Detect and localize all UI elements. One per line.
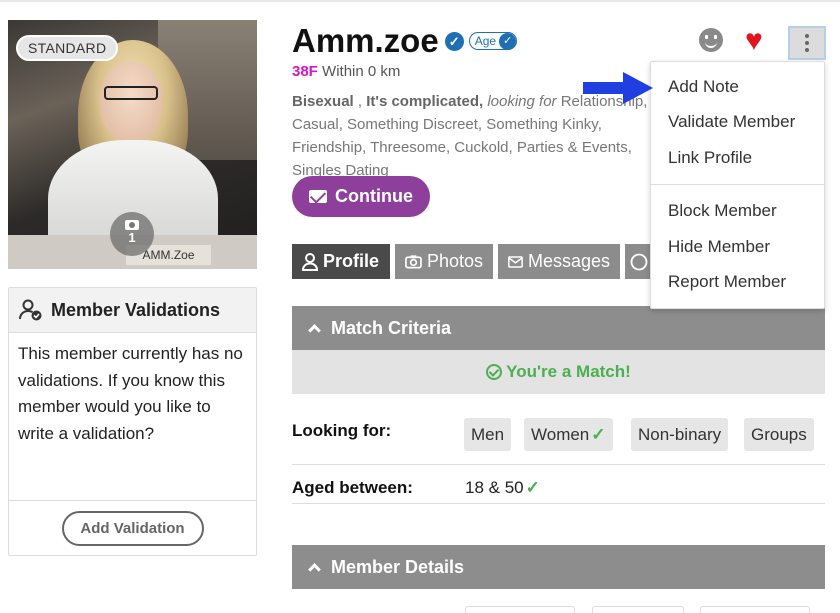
user-check-icon [19,299,42,321]
validations-title: Member Validations [51,299,221,320]
chip-groups: Groups [744,418,814,451]
match-criteria-header[interactable]: Match Criteria [292,306,825,350]
member-validations-panel: Member Validations This member currently… [8,287,257,556]
detail-chip [465,606,575,613]
photo-count-button[interactable]: 1 [110,212,154,256]
chip-groups-label: Groups [751,424,807,444]
photo-subject-face [100,62,162,142]
looking-for-label: Looking for: [292,421,392,440]
member-details-title: Member Details [331,556,465,577]
criteria-divider [292,503,825,504]
match-text: You're a Match! [506,362,631,381]
menu-item-add-note[interactable]: Add Note [668,77,739,97]
checkmark-icon: ✓ [525,478,540,497]
smiley-icon [630,253,648,270]
detail-chip [592,606,684,613]
tab-messages[interactable]: Messages [498,244,620,279]
criteria-divider [292,464,825,465]
arrow-pointer-icon [583,72,653,104]
chip-non-binary: Non-binary [631,418,729,451]
validations-header: Member Validations [9,288,256,333]
relationship-status: It's complicated, [366,93,484,110]
tab-photos[interactable]: Photos [395,244,493,279]
menu-item-hide-member[interactable]: Hide Member [668,237,770,257]
add-validation-button[interactable]: Add Validation [61,511,204,546]
chevron-up-icon [308,562,321,576]
match-banner: You're a Match! [292,350,825,394]
photo-count: 1 [128,230,136,245]
camera-icon [405,255,422,269]
menu-divider [651,184,824,185]
camera-icon [125,220,139,230]
mail-check-icon [309,190,327,203]
top-divider [0,0,840,2]
user-icon [302,252,318,271]
wink-button[interactable] [699,28,723,52]
age-verified-badge: Age ✓ [468,32,518,50]
tab-profile[interactable]: Profile [292,244,390,279]
kebab-menu-icon[interactable] [788,26,826,60]
chip-men: Men [464,418,512,451]
verified-icon: ✓ [444,31,464,51]
checkmark-icon: ✓ [591,424,606,444]
age-gender: 38F [292,63,318,80]
looking-for-prefix: looking for [487,93,557,110]
tier-badge: STANDARD [16,35,119,61]
continue-button[interactable]: Continue [292,176,430,217]
chip-women: Women ✓ [524,418,613,451]
menu-item-link-profile[interactable]: Link Profile [668,148,752,168]
photo-subject-glasses [104,86,158,100]
menu-item-block-member[interactable]: Block Member [668,201,777,221]
chip-men-label: Men [471,424,505,444]
chip-women-label: Women [531,424,590,444]
tab-messages-label: Messages [527,251,610,271]
tab-winks[interactable] [625,244,653,279]
aged-between-label: Aged between: [292,478,413,497]
mail-icon [508,255,523,268]
age-verified-icon: ✓ [499,32,517,50]
age-badge-label: Age [474,34,497,48]
validations-message: This member currently has no validations… [18,344,243,443]
aged-between-row: 18 & 50 ✓ [465,478,540,498]
match-criteria-title: Match Criteria [331,317,452,338]
profile-name-row: Amm.zoe ✓ Age ✓ [292,22,518,60]
tab-photos-label: Photos [426,251,483,271]
chevron-up-icon [308,323,321,337]
detail-chip [700,606,810,613]
profile-subtitle: 38F Within 0 km [292,63,400,80]
favorite-heart-icon[interactable]: ♥ [745,26,763,56]
distance: Within 0 km [322,63,401,80]
username: Amm.zoe [292,22,439,59]
aged-between-value: 18 & 50 [465,478,524,497]
check-circle-icon [486,364,503,380]
tab-profile-label: Profile [323,251,380,271]
profile-actions-menu: Add Note Validate Member Link Profile Bl… [650,61,825,309]
continue-label: Continue [335,186,413,206]
chip-non-binary-label: Non-binary [638,424,722,444]
menu-item-report-member[interactable]: Report Member [668,272,786,292]
member-details-header[interactable]: Member Details [292,545,825,589]
menu-item-validate-member[interactable]: Validate Member [668,112,795,132]
orientation: Bisexual [292,93,354,110]
profile-photo[interactable]: AMM.Zoe STANDARD 1 [8,20,257,269]
validations-footer: Add Validation [9,500,256,556]
